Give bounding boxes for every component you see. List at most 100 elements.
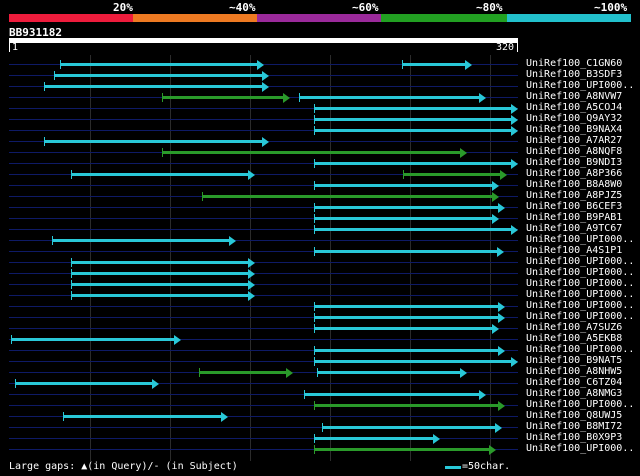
hit-alignment-bar[interactable]: [313, 107, 512, 110]
hit-arrow-icon: [491, 324, 499, 334]
hit-alignment-bar[interactable]: [15, 382, 153, 385]
hit-alignment-bar[interactable]: [313, 118, 512, 121]
hit-label-link[interactable]: UniRef100_A5EKB8: [526, 333, 622, 344]
hit-label-link[interactable]: UniRef100_A8NMG3: [526, 388, 622, 399]
hit-alignment-bar[interactable]: [71, 294, 249, 297]
hit-label-link[interactable]: UniRef100_Q8UWJ5: [526, 410, 622, 421]
hit-start-tick: [299, 93, 301, 102]
hit-alignment-bar[interactable]: [71, 173, 249, 176]
hit-label-link[interactable]: UniRef100_UPI000..: [526, 256, 634, 267]
hit-label-link[interactable]: UniRef100_UPI000..: [526, 289, 634, 300]
hit-start-tick: [313, 434, 315, 443]
hit-alignment-bar[interactable]: [313, 437, 434, 440]
hit-alignment-bar[interactable]: [313, 206, 500, 209]
hit-alignment-bar[interactable]: [71, 272, 249, 275]
hit-alignment-bar[interactable]: [313, 448, 490, 451]
hit-label-link[interactable]: UniRef100_C6TZ04: [526, 377, 622, 388]
hit-label-link[interactable]: UniRef100_A8PJZ5: [526, 190, 622, 201]
hit-alignment-bar[interactable]: [403, 173, 501, 176]
hit-alignment-bar[interactable]: [162, 96, 284, 99]
hit-alignment-bar[interactable]: [63, 415, 222, 418]
hit-arrow-icon: [262, 82, 270, 92]
hit-alignment-bar[interactable]: [313, 327, 493, 330]
hit-label-link[interactable]: UniRef100_B9PAB1: [526, 212, 622, 223]
hit-label-link[interactable]: UniRef100_UPI000..: [526, 267, 634, 278]
hit-label-link[interactable]: UniRef100_UPI000..: [526, 344, 634, 355]
hit-arrow-icon: [511, 159, 518, 169]
hit-label-link[interactable]: UniRef100_A5COJ4: [526, 102, 622, 113]
hit-label-link[interactable]: UniRef100_A4S1P1: [526, 245, 622, 256]
hit-alignment-bar[interactable]: [313, 162, 512, 165]
hit-alignment-bar[interactable]: [313, 228, 512, 231]
hit-arrow-icon: [499, 170, 507, 180]
hit-label-link[interactable]: UniRef100_B0X9P3: [526, 432, 622, 443]
hit-label-link[interactable]: UniRef100_B8A8W0: [526, 179, 622, 190]
hit-alignment-bar[interactable]: [162, 151, 461, 154]
hit-label-link[interactable]: UniRef100_UPI000..: [526, 399, 634, 410]
hit-alignment-bar[interactable]: [71, 283, 249, 286]
hit-start-tick: [313, 203, 315, 212]
hit-alignment-bar[interactable]: [52, 239, 230, 242]
hit-alignment-bar[interactable]: [198, 371, 288, 374]
hit-arrow-icon: [488, 445, 496, 455]
hit-label-link[interactable]: UniRef100_B9NDI3: [526, 157, 622, 168]
hit-label-link[interactable]: UniRef100_C1GN60: [526, 58, 622, 69]
hit-arrow-icon: [459, 148, 467, 158]
hit-alignment-bar[interactable]: [299, 96, 481, 99]
hit-label-link[interactable]: UniRef100_A7AR27: [526, 135, 622, 146]
hit-alignment-bar[interactable]: [313, 129, 512, 132]
hit-alignment-bar[interactable]: [10, 338, 176, 341]
hit-label-link[interactable]: UniRef100_A8NQF8: [526, 146, 622, 157]
hit-label-link[interactable]: UniRef100_A8NVW7: [526, 91, 622, 102]
hit-alignment-bar[interactable]: [60, 63, 259, 66]
hit-label-link[interactable]: UniRef100_B8MI72: [526, 421, 622, 432]
hit-label-link[interactable]: UniRef100_UPI000..: [526, 278, 634, 289]
hit-label-link[interactable]: UniRef100_A8P366: [526, 168, 622, 179]
hit-start-tick: [316, 368, 318, 377]
hit-alignment-bar[interactable]: [202, 195, 493, 198]
hit-alignment-bar[interactable]: [401, 63, 466, 66]
hit-start-tick: [53, 71, 55, 80]
hit-alignment-bar[interactable]: [71, 261, 249, 264]
hit-arrow-icon: [228, 236, 236, 246]
hit-arrow-icon: [247, 291, 255, 301]
hit-alignment-bar[interactable]: [313, 250, 498, 253]
hit-alignment-bar[interactable]: [313, 184, 493, 187]
scale-label-20: 20%: [113, 1, 133, 14]
hit-alignment-bar[interactable]: [44, 85, 264, 88]
hit-start-tick: [313, 324, 315, 333]
hit-start-tick: [198, 368, 200, 377]
scale-band-3: [257, 14, 381, 22]
hit-label-link[interactable]: UniRef100_UPI000..: [526, 443, 634, 454]
hit-label-link[interactable]: UniRef100_UPI000..: [526, 300, 634, 311]
hit-alignment-bar[interactable]: [304, 393, 481, 396]
hit-alignment-bar[interactable]: [53, 74, 264, 77]
hit-alignment-bar[interactable]: [313, 404, 500, 407]
hit-label-link[interactable]: UniRef100_B6CEF3: [526, 201, 622, 212]
scale-label-40: ~40%: [229, 1, 256, 14]
hit-alignment-bar[interactable]: [313, 316, 500, 319]
hit-arrow-icon: [498, 203, 506, 213]
hit-alignment-bar[interactable]: [313, 349, 500, 352]
hit-arrow-icon: [220, 412, 228, 422]
hit-label-link[interactable]: UniRef100_UPI000..: [526, 234, 634, 245]
large-gaps-legend: Large gaps: ▲(in Query)/- (in Subject): [9, 461, 238, 472]
hit-label-link[interactable]: UniRef100_A8NHW5: [526, 366, 622, 377]
hit-label-link[interactable]: UniRef100_A7SUZ6: [526, 322, 622, 333]
hit-label-link[interactable]: UniRef100_B9NAX4: [526, 124, 622, 135]
hit-alignment-bar[interactable]: [313, 360, 512, 363]
hit-alignment-bar[interactable]: [313, 217, 493, 220]
hit-label-link[interactable]: UniRef100_B3SDF3: [526, 69, 622, 80]
hit-arrow-icon: [495, 423, 503, 433]
hit-label-link[interactable]: UniRef100_UPI000..: [526, 311, 634, 322]
hit-label-link[interactable]: UniRef100_Q9AY32: [526, 113, 622, 124]
hit-start-tick: [71, 291, 73, 300]
hit-alignment-bar[interactable]: [313, 305, 500, 308]
hit-label-link[interactable]: UniRef100_B9NAT5: [526, 355, 622, 366]
hit-label-link[interactable]: UniRef100_UPI000..: [526, 80, 634, 91]
hit-alignment-bar[interactable]: [321, 426, 497, 429]
ruler-end-label: 320: [496, 42, 515, 53]
hit-alignment-bar[interactable]: [44, 140, 264, 143]
hit-label-link[interactable]: UniRef100_A9TC67: [526, 223, 622, 234]
hit-alignment-bar[interactable]: [316, 371, 461, 374]
